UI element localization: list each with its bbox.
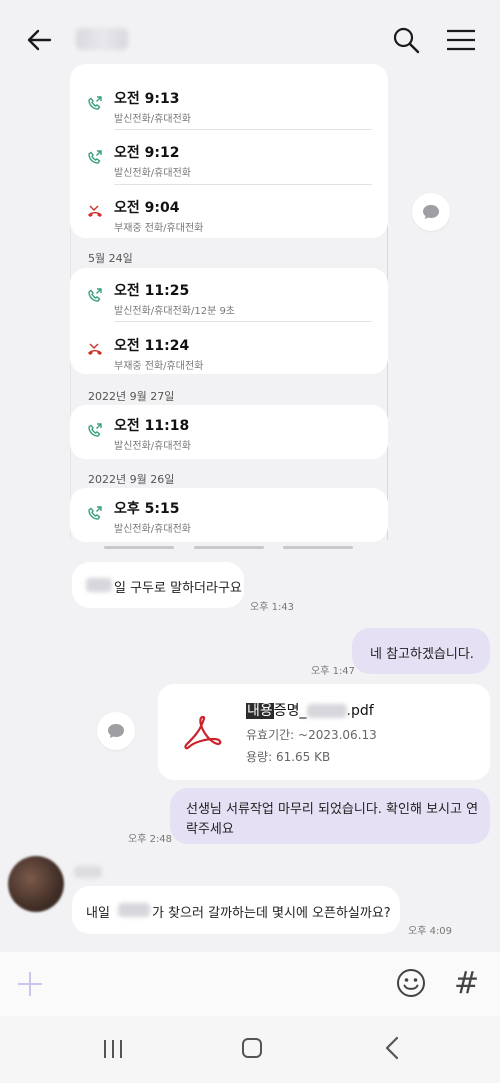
phone-outgoing-icon	[88, 150, 102, 164]
call-detail: 부재중 전화/휴대전화	[114, 361, 204, 372]
nav-home-icon[interactable]	[241, 1037, 263, 1059]
message-time: 오후 4:09	[408, 926, 453, 937]
pdf-icon	[184, 715, 222, 750]
divider	[114, 184, 372, 185]
call-log-card[interactable]: 오전 11:18 발신전화/휴대전화	[70, 405, 388, 459]
phone-outgoing-icon	[88, 288, 102, 302]
file-expiry: 유효기간: ~2023.06.13	[246, 728, 377, 742]
search-icon[interactable]	[392, 26, 420, 54]
date-label: 5월 24일	[88, 252, 133, 265]
message-text: 일 구두로 말하더라구요	[114, 581, 242, 596]
call-log-item[interactable]: 오전 9:04 부재중 전화/휴대전화	[70, 189, 388, 243]
message-bubble-outgoing[interactable]: 선생님 서류작업 마무리 되었습니다. 확인해 보시고 연 락주세요	[170, 788, 490, 844]
redacted-text	[86, 578, 112, 592]
phone-missed-icon	[88, 343, 102, 355]
hashtag-icon[interactable]: #	[454, 966, 479, 1001]
redacted-text	[306, 704, 347, 718]
call-time: 오전 11:18	[114, 418, 190, 434]
phone-outgoing-icon	[88, 96, 102, 110]
divider	[114, 129, 372, 130]
phone-missed-icon	[88, 205, 102, 217]
message-text-suffix: 가 찾으러 갈까하는데 몇시에 오픈하실까요?	[152, 906, 391, 921]
message-time: 오후 2:48	[128, 834, 173, 845]
call-time: 오전 9:12	[114, 145, 180, 161]
call-log-item[interactable]: 오후 5:15 발신전화/휴대전화	[70, 490, 388, 544]
date-label: 2022년 9월 26일	[88, 473, 175, 486]
nav-recent-icon[interactable]	[102, 1039, 124, 1059]
call-time: 오전 9:13	[114, 91, 180, 107]
call-detail: 발신전화/휴대전화/12분 9초	[114, 306, 236, 317]
phone-outgoing-icon	[88, 423, 102, 437]
call-time: 오후 5:15	[114, 501, 180, 517]
message-time: 오후 1:47	[311, 666, 356, 677]
call-time: 오전 11:24	[114, 338, 190, 354]
redacted-text	[118, 903, 150, 917]
message-text-prefix: 내일	[86, 906, 110, 921]
file-name-suffix: .pdf	[346, 703, 374, 719]
chat-bubble-icon	[108, 724, 124, 738]
call-log-card[interactable]: 오후 5:15 발신전화/휴대전화	[70, 488, 388, 542]
call-detail: 발신전화/휴대전화	[114, 441, 191, 452]
file-name-prefix: 증명_	[273, 703, 307, 719]
reply-button[interactable]	[412, 193, 450, 231]
page-indicator	[194, 546, 264, 549]
call-detail: 부재중 전화/휴대전화	[114, 223, 204, 234]
emoji-icon[interactable]	[396, 968, 426, 998]
message-text-line: 락주세요	[186, 822, 234, 837]
call-log-item[interactable]: 오전 11:18 발신전화/휴대전화	[70, 407, 388, 461]
file-name-highlight: 내용	[246, 703, 274, 719]
call-log-item[interactable]: 오전 9:13 발신전화/휴대전화	[70, 80, 388, 134]
chat-bubble-icon	[423, 205, 439, 219]
file-attachment-card[interactable]: 내용증명_ .pdf 유효기간: ~2023.06.13 용량: 61.65 KB	[158, 684, 490, 780]
message-bubble-outgoing[interactable]: 네 참고하겠습니다.	[352, 628, 490, 674]
plus-icon[interactable]	[16, 970, 44, 998]
call-detail: 발신전화/휴대전화	[114, 114, 191, 125]
call-time: 오전 9:04	[114, 200, 180, 216]
message-text: 네 참고하겠습니다.	[370, 647, 474, 662]
phone-outgoing-icon	[88, 506, 102, 520]
menu-icon[interactable]	[446, 28, 476, 52]
divider	[114, 321, 372, 322]
message-bubble-incoming[interactable]: 내일 가 찾으러 갈까하는데 몇시에 오픈하실까요?	[72, 886, 400, 934]
avatar[interactable]	[8, 856, 64, 912]
call-detail: 발신전화/휴대전화	[114, 168, 191, 179]
reply-button[interactable]	[97, 712, 135, 750]
message-text-line: 선생님 서류작업 마무리 되었습니다. 확인해 보시고 연	[186, 802, 479, 817]
page-indicator	[283, 546, 353, 549]
page-indicator	[104, 546, 174, 549]
contact-name-redacted	[76, 28, 128, 50]
file-name: 내용증명_ .pdf	[246, 700, 374, 720]
message-time: 오후 1:43	[250, 602, 295, 613]
call-log-card[interactable]: 오전 11:25 발신전화/휴대전화/12분 9초 오전 11:24 부재중 전…	[70, 268, 388, 374]
call-log-item[interactable]: 오전 11:25 발신전화/휴대전화/12분 9초	[70, 272, 388, 326]
nav-back-icon[interactable]	[384, 1036, 400, 1060]
file-size: 용량: 61.65 KB	[246, 750, 331, 764]
call-log-item[interactable]: 오전 11:24 부재중 전화/휴대전화	[70, 327, 388, 381]
call-log-card[interactable]: 오전 9:13 발신전화/휴대전화 오전 9:12 발신전화/휴대전화 오전 9…	[70, 64, 388, 238]
call-time: 오전 11:25	[114, 283, 190, 299]
call-detail: 발신전화/휴대전화	[114, 524, 191, 535]
sender-name-redacted	[74, 866, 102, 878]
call-log-item[interactable]: 오전 9:12 발신전화/휴대전화	[70, 134, 388, 188]
date-label: 2022년 9월 27일	[88, 390, 175, 403]
back-arrow-icon[interactable]	[24, 25, 54, 55]
message-bubble-incoming[interactable]: 일 구두로 말하더라구요	[72, 562, 244, 608]
